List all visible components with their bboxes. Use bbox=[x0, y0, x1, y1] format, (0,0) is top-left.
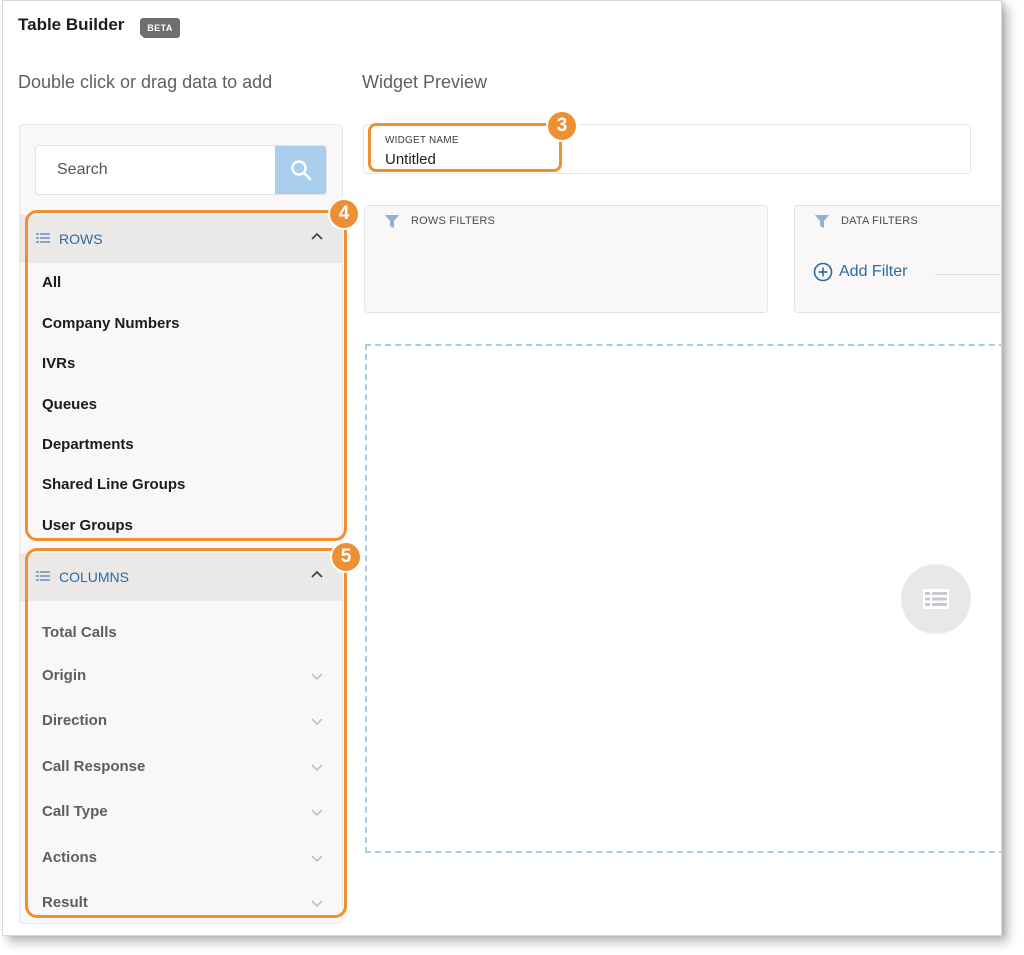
table-builder-window: Table Builder BETA Double click or drag … bbox=[2, 0, 1002, 936]
column-item-call-type[interactable]: Call Type bbox=[42, 803, 108, 820]
list-icon bbox=[36, 571, 50, 581]
annotation-badge-3: 3 bbox=[546, 110, 578, 142]
row-item-shared-line-groups[interactable]: Shared Line Groups bbox=[42, 476, 185, 493]
filter-icon bbox=[385, 215, 399, 228]
column-item-actions[interactable]: Actions bbox=[42, 849, 97, 866]
chevron-down-icon[interactable] bbox=[310, 807, 324, 817]
column-item-call-response[interactable]: Call Response bbox=[42, 758, 145, 775]
chevron-down-icon[interactable] bbox=[310, 762, 324, 772]
data-filters-label: DATA FILTERS bbox=[841, 215, 918, 227]
chevron-up-icon[interactable] bbox=[310, 569, 324, 579]
columns-section-label: COLUMNS bbox=[59, 569, 130, 585]
row-item-queues[interactable]: Queues bbox=[42, 396, 97, 413]
rows-filters-label: ROWS FILTERS bbox=[411, 215, 496, 227]
widget-name-field[interactable]: WIDGET NAME Untitled bbox=[363, 124, 971, 174]
list-icon bbox=[36, 233, 50, 243]
page-title: Table Builder bbox=[18, 15, 125, 34]
add-filter-button[interactable]: Add Filter bbox=[813, 262, 907, 282]
chevron-down-icon[interactable] bbox=[310, 898, 324, 908]
filter-icon bbox=[815, 215, 829, 228]
column-item-total-calls[interactable]: Total Calls bbox=[42, 624, 117, 641]
column-item-direction[interactable]: Direction bbox=[42, 712, 107, 729]
column-item-origin[interactable]: Origin bbox=[42, 667, 86, 684]
beta-badge: BETA bbox=[140, 18, 180, 38]
widget-name-value[interactable]: Untitled bbox=[385, 151, 436, 168]
table-icon bbox=[923, 589, 949, 609]
chevron-down-icon[interactable] bbox=[310, 671, 324, 681]
chevron-down-icon[interactable] bbox=[310, 716, 324, 726]
widget-name-label: WIDGET NAME bbox=[385, 135, 459, 146]
chevron-up-icon[interactable] bbox=[310, 231, 324, 241]
search-box bbox=[35, 145, 327, 195]
column-item-result[interactable]: Result bbox=[42, 894, 88, 911]
row-item-user-groups[interactable]: User Groups bbox=[42, 517, 133, 534]
plus-circle-icon bbox=[813, 262, 833, 282]
chevron-down-icon[interactable] bbox=[310, 853, 324, 863]
columns-section-header[interactable]: COLUMNS bbox=[20, 553, 342, 601]
data-source-panel: ROWS All Company Numbers IVRs Queues Dep… bbox=[19, 124, 343, 924]
annotation-badge-5: 5 bbox=[330, 541, 362, 573]
rows-section-header[interactable]: ROWS bbox=[20, 215, 342, 263]
search-input[interactable] bbox=[36, 146, 276, 194]
divider bbox=[935, 274, 1001, 275]
rows-filters-panel[interactable]: ROWS FILTERS bbox=[364, 205, 768, 313]
row-item-departments[interactable]: Departments bbox=[42, 436, 134, 453]
search-button[interactable] bbox=[275, 146, 326, 194]
row-item-company-numbers[interactable]: Company Numbers bbox=[42, 315, 180, 332]
add-filter-label: Add Filter bbox=[839, 263, 908, 280]
row-item-all[interactable]: All bbox=[42, 274, 61, 291]
annotation-badge-4: 4 bbox=[328, 198, 360, 230]
table-placeholder bbox=[901, 564, 971, 634]
search-icon bbox=[290, 160, 311, 181]
data-source-heading: Double click or drag data to add bbox=[18, 72, 273, 92]
rows-section-label: ROWS bbox=[59, 231, 103, 247]
widget-preview-heading: Widget Preview bbox=[362, 72, 488, 92]
row-item-ivrs[interactable]: IVRs bbox=[42, 355, 75, 372]
data-filters-panel: DATA FILTERS Add Filter bbox=[794, 205, 1001, 313]
